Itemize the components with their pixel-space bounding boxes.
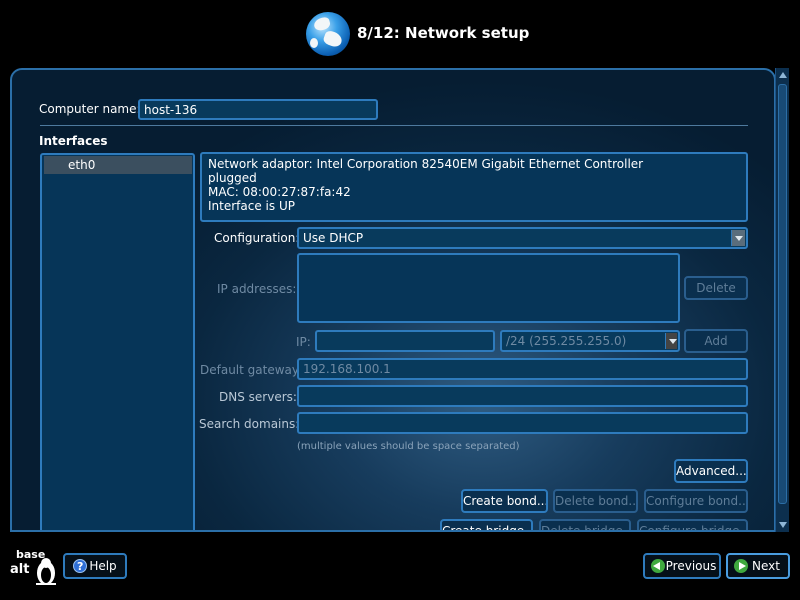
hint-text: (multiple values should be space separat…: [297, 441, 520, 452]
configuration-select[interactable]: Use DHCP: [297, 227, 748, 249]
chevron-down-icon[interactable]: [665, 333, 677, 349]
computer-name-label: Computer name:: [39, 102, 141, 116]
configuration-label: Configuration:: [214, 231, 300, 245]
search-domains-label: Search domains:: [199, 417, 300, 431]
page-title: 8/12: Network setup: [357, 24, 530, 42]
scrollbar-thumb[interactable]: [778, 84, 787, 504]
adaptor-name-text: Network adaptor: Intel Corporation 82540…: [208, 157, 644, 171]
previous-button-label: Previous: [665, 559, 717, 573]
ip-addresses-list[interactable]: [297, 253, 680, 323]
help-button[interactable]: ? Help: [63, 553, 127, 579]
scroll-up-icon[interactable]: [779, 72, 787, 78]
interfaces-list[interactable]: eth0: [40, 153, 195, 530]
arrow-left-icon: [651, 559, 665, 573]
delete-bridge-button[interactable]: Delete bridge...: [539, 519, 631, 530]
configure-bridge-button[interactable]: Configure bridge...: [637, 519, 748, 530]
main-panel: Computer name: Interfaces eth0 Network a…: [10, 68, 776, 532]
mac-address-text: MAC: 08:00:27:87:fa:42: [208, 185, 351, 199]
dns-servers-label: DNS servers:: [219, 390, 297, 404]
header: 8/12: Network setup: [0, 0, 800, 68]
scroll-down-icon[interactable]: [779, 522, 787, 528]
divider: [40, 125, 748, 126]
adaptor-info-box: Network adaptor: Intel Corporation 82540…: [200, 152, 748, 222]
globe-icon: [306, 12, 350, 56]
help-button-label: Help: [89, 559, 117, 573]
default-gateway-label: Default gateway:: [200, 363, 303, 377]
computer-name-input[interactable]: [138, 99, 378, 120]
advanced-button[interactable]: Advanced...: [674, 459, 748, 483]
scrollbar[interactable]: [775, 68, 789, 532]
dns-servers-input[interactable]: [297, 385, 748, 407]
plug-status-text: plugged: [208, 171, 257, 185]
netmask-select[interactable]: /24 (255.255.255.0): [500, 330, 680, 352]
delete-bond-button[interactable]: Delete bond...: [553, 489, 638, 513]
ip-input[interactable]: [315, 330, 495, 352]
logo-text-bottom: alt: [10, 562, 30, 577]
arrow-right-icon: [734, 559, 748, 573]
list-item-eth0[interactable]: eth0: [44, 156, 192, 174]
create-bridge-button[interactable]: Create bridge...: [440, 519, 533, 530]
previous-button[interactable]: Previous: [643, 553, 721, 579]
delete-ip-button[interactable]: Delete: [684, 276, 748, 300]
create-bond-button[interactable]: Create bond...: [461, 489, 548, 513]
netmask-value: /24 (255.255.255.0): [506, 334, 627, 348]
interface-status-text: Interface is UP: [208, 199, 295, 213]
interfaces-heading: Interfaces: [39, 134, 108, 148]
default-gateway-input[interactable]: [297, 358, 748, 380]
basealt-logo: base alt: [8, 548, 60, 588]
penguin-icon: [36, 558, 56, 585]
configure-bond-button[interactable]: Configure bond...: [644, 489, 748, 513]
chevron-down-icon[interactable]: [731, 230, 745, 246]
next-button-label: Next: [752, 559, 780, 573]
search-domains-input[interactable]: [297, 412, 748, 434]
configuration-value: Use DHCP: [303, 231, 364, 245]
list-item-label: eth0: [68, 158, 96, 172]
help-icon: ?: [73, 559, 87, 573]
add-ip-button[interactable]: Add: [684, 329, 748, 353]
ip-label: IP:: [296, 335, 311, 349]
next-button[interactable]: Next: [726, 553, 790, 579]
ip-addresses-label: IP addresses:: [217, 282, 297, 296]
